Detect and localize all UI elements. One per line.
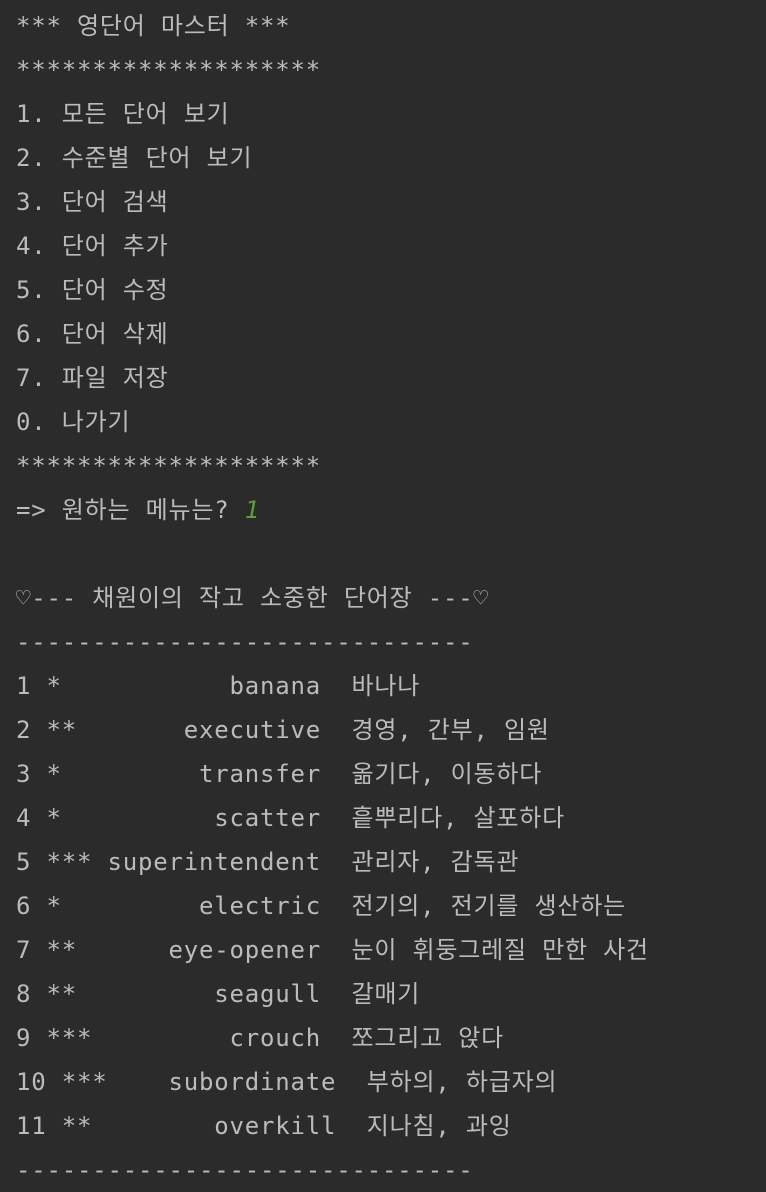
word-level: ** [61,1112,108,1140]
word-level: * [46,760,93,788]
word-list: 1 * banana 바나나 2 ** executive 경영, 간부, 임원 3… [16,664,766,1148]
word-number: 1 [16,672,32,700]
word-meaning: 지나침, 과잉 [366,1112,512,1140]
word-number: 7 [16,936,32,964]
word-meaning: 관리자, 감독관 [351,848,520,876]
console-output: *** 영단어 마스터 *** ******************** 1. … [16,4,766,1192]
menu-item-all-words: 1. 모든 단어 보기 [16,100,230,128]
word-row: 3 * transfer 옮기다, 이동하다 [16,752,766,796]
word-row: 10 *** subordinate 부하의, 하급자의 [16,1060,766,1104]
word-row: 7 ** eye-opener 눈이 휘둥그레질 만한 사건 [16,928,766,972]
word-number: 10 [16,1068,47,1096]
word-number: 3 [16,760,32,788]
word-level: * [46,672,93,700]
word-level: * [46,892,93,920]
word-row: 9 *** crouch 쪼그리고 앉다 [16,1016,766,1060]
menu-item-by-level: 2. 수준별 단어 보기 [16,144,253,172]
menu-prompt: => 원하는 메뉴는? [16,496,245,524]
word-meaning: 흩뿌리다, 살포하다 [351,804,566,832]
menu-item-delete: 6. 단어 삭제 [16,320,169,348]
menu-item-edit: 5. 단어 수정 [16,276,169,304]
word-text: seagull [107,980,321,1008]
word-row: 5 *** superintendent 관리자, 감독관 [16,840,766,884]
word-text: crouch [107,1024,321,1052]
word-text: electric [107,892,321,920]
word-level: *** [46,1024,93,1052]
word-meaning: 전기의, 전기를 생산하는 [351,892,627,920]
word-level: *** [61,1068,108,1096]
word-meaning: 눈이 휘둥그레질 만한 사건 [351,936,649,964]
word-level: ** [46,716,93,744]
word-number: 9 [16,1024,32,1052]
word-number: 2 [16,716,32,744]
word-row: 11 ** overkill 지나침, 과잉 [16,1104,766,1148]
word-text: banana [107,672,321,700]
menu-item-add: 4. 단어 추가 [16,232,169,260]
word-text: executive [107,716,321,744]
word-number: 11 [16,1112,47,1140]
word-number: 8 [16,980,32,1008]
word-meaning: 쪼그리고 앉다 [351,1024,505,1052]
menu-prompt-line[interactable]: => 원하는 메뉴는? 1 [16,488,766,532]
word-list-title: ♡--- 채원이의 작고 소중한 단어장 ---♡ [16,584,489,612]
word-text: superintendent [107,848,321,876]
word-number: 6 [16,892,32,920]
menu-item-exit: 0. 나가기 [16,408,131,436]
word-row: 8 ** seagull 갈매기 [16,972,766,1016]
word-text: subordinate [122,1068,337,1096]
word-meaning: 바나나 [351,672,421,700]
word-meaning: 갈매기 [351,980,421,1008]
word-meaning: 옮기다, 이동하다 [351,760,543,788]
word-level: ** [46,980,93,1008]
word-meaning: 부하의, 하급자의 [366,1068,558,1096]
word-level: * [46,804,93,832]
word-text: scatter [107,804,321,832]
word-row: 6 * electric 전기의, 전기를 생산하는 [16,884,766,928]
word-meaning: 경영, 간부, 임원 [351,716,550,744]
menu-input-value[interactable]: 1 [245,496,260,524]
menu-item-search: 3. 단어 검색 [16,188,169,216]
star-separator: ******************** [16,56,321,84]
dash-separator: ------------------------------ [16,1156,474,1184]
menu-item-save: 7. 파일 저장 [16,364,169,392]
word-row: 4 * scatter 흩뿌리다, 살포하다 [16,796,766,840]
star-separator: ******************** [16,452,321,480]
word-level: *** [46,848,93,876]
word-number: 5 [16,848,32,876]
word-row: 2 ** executive 경영, 간부, 임원 [16,708,766,752]
app-title: *** 영단어 마스터 *** [16,12,291,40]
word-row: 1 * banana 바나나 [16,664,766,708]
word-text: overkill [122,1112,337,1140]
word-text: transfer [107,760,321,788]
word-level: ** [46,936,93,964]
dash-separator: ------------------------------ [16,628,474,656]
word-text: eye-opener [107,936,321,964]
word-number: 4 [16,804,32,832]
